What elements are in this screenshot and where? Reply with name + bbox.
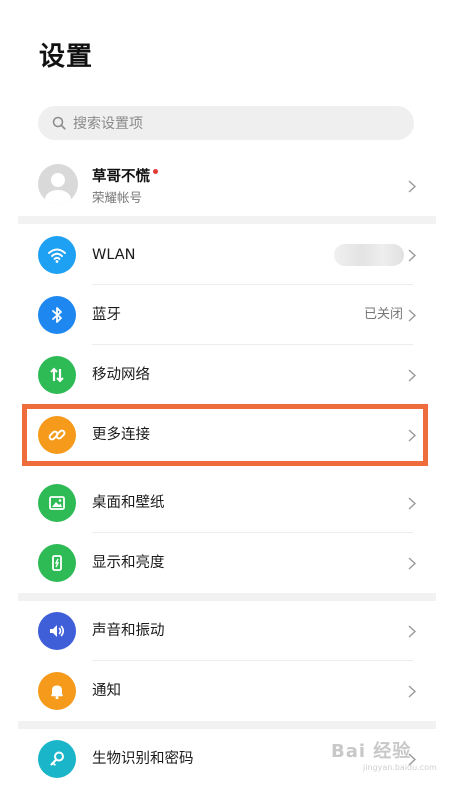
sound-icon bbox=[38, 612, 76, 650]
settings-item-label: 通知 bbox=[92, 683, 121, 699]
bluetooth-status: 已关闭 bbox=[363, 307, 403, 322]
highlight-box bbox=[22, 404, 428, 466]
chevron-right-icon bbox=[408, 497, 417, 510]
settings-item-notifications[interactable]: 通知 bbox=[0, 661, 451, 721]
account-row[interactable]: 草哥不慌 荣耀帐号 bbox=[0, 156, 451, 216]
notification-dot bbox=[153, 169, 158, 174]
settings-item-wallpaper[interactable]: 桌面和壁纸 bbox=[0, 473, 451, 533]
settings-item-label: 显示和亮度 bbox=[92, 555, 165, 571]
mobile-data-icon bbox=[38, 356, 76, 394]
search-input[interactable]: 搜索设置项 bbox=[38, 106, 414, 140]
chevron-right-icon bbox=[408, 369, 417, 382]
wallpaper-icon bbox=[38, 484, 76, 522]
wlan-network-name-blurred bbox=[334, 244, 404, 266]
settings-item-label: 桌面和壁纸 bbox=[92, 495, 165, 511]
chevron-right-icon bbox=[408, 625, 417, 638]
chevron-right-icon bbox=[408, 685, 417, 698]
settings-item-label: 移动网络 bbox=[92, 367, 150, 383]
chevron-right-icon bbox=[408, 309, 417, 322]
watermark-url: jingyan.baidu.com bbox=[363, 763, 437, 772]
watermark-logo: Bai 经验 bbox=[331, 741, 412, 762]
account-subtitle: 荣耀帐号 bbox=[92, 190, 143, 205]
avatar bbox=[38, 164, 78, 204]
settings-item-label: 声音和振动 bbox=[92, 623, 165, 639]
search-placeholder: 搜索设置项 bbox=[73, 116, 143, 132]
settings-item-bluetooth[interactable]: 蓝牙 已关闭 bbox=[0, 285, 451, 345]
page-title: 设置 bbox=[39, 42, 94, 72]
settings-item-display[interactable]: 显示和亮度 bbox=[0, 533, 451, 593]
settings-item-mobile-network[interactable]: 移动网络 bbox=[0, 345, 451, 405]
settings-item-label: WLAN bbox=[92, 247, 136, 263]
bell-icon bbox=[38, 672, 76, 710]
section-divider bbox=[18, 216, 436, 224]
wifi-icon bbox=[38, 236, 76, 274]
chevron-right-icon bbox=[408, 557, 417, 570]
bluetooth-icon bbox=[38, 296, 76, 334]
settings-item-label: 生物识别和密码 bbox=[92, 751, 194, 767]
account-name: 草哥不慌 bbox=[92, 169, 150, 185]
chevron-right-icon bbox=[408, 180, 417, 193]
chevron-right-icon bbox=[408, 249, 417, 262]
settings-item-label: 蓝牙 bbox=[92, 307, 121, 323]
section-divider bbox=[18, 593, 436, 601]
key-icon bbox=[38, 740, 76, 778]
display-icon bbox=[38, 544, 76, 582]
search-icon bbox=[52, 116, 66, 130]
settings-item-sound[interactable]: 声音和振动 bbox=[0, 601, 451, 661]
section-divider bbox=[18, 721, 436, 729]
